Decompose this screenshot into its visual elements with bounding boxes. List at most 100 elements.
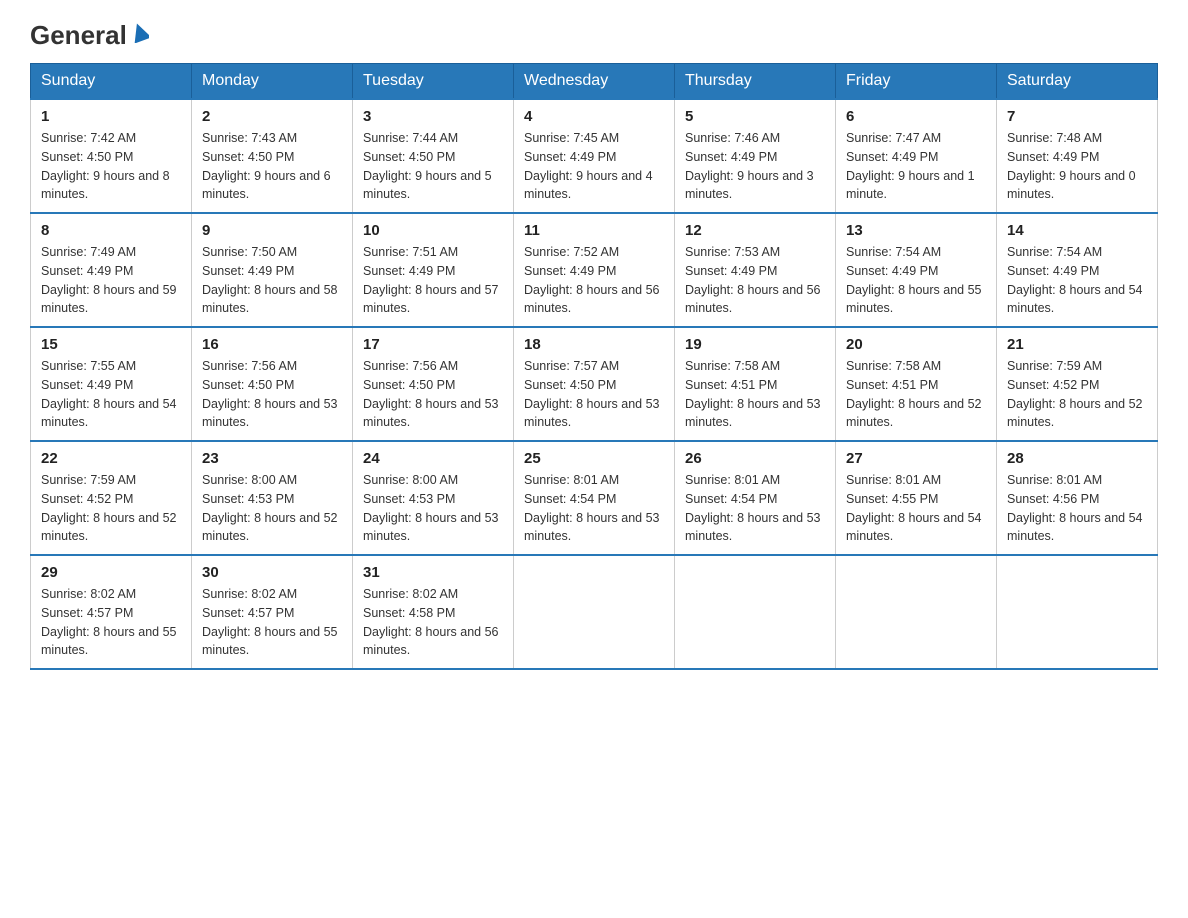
day-number: 28	[1007, 450, 1147, 467]
day-info: Sunrise: 7:58 AM Sunset: 4:51 PM Dayligh…	[685, 357, 825, 432]
weekday-header-row: Sunday Monday Tuesday Wednesday Thursday…	[31, 64, 1158, 100]
calendar-cell: 19 Sunrise: 7:58 AM Sunset: 4:51 PM Dayl…	[675, 327, 836, 441]
day-number: 18	[524, 336, 664, 353]
calendar-cell: 27 Sunrise: 8:01 AM Sunset: 4:55 PM Dayl…	[836, 441, 997, 555]
col-header-friday: Friday	[836, 64, 997, 100]
calendar-cell: 3 Sunrise: 7:44 AM Sunset: 4:50 PM Dayli…	[353, 99, 514, 213]
col-header-saturday: Saturday	[997, 64, 1158, 100]
calendar-cell: 8 Sunrise: 7:49 AM Sunset: 4:49 PM Dayli…	[31, 213, 192, 327]
logo-area: General	[30, 20, 149, 45]
day-number: 1	[41, 108, 181, 125]
day-info: Sunrise: 7:45 AM Sunset: 4:49 PM Dayligh…	[524, 129, 664, 204]
calendar-cell: 2 Sunrise: 7:43 AM Sunset: 4:50 PM Dayli…	[192, 99, 353, 213]
col-header-wednesday: Wednesday	[514, 64, 675, 100]
calendar-cell: 5 Sunrise: 7:46 AM Sunset: 4:49 PM Dayli…	[675, 99, 836, 213]
calendar-cell: 11 Sunrise: 7:52 AM Sunset: 4:49 PM Dayl…	[514, 213, 675, 327]
calendar-cell: 18 Sunrise: 7:57 AM Sunset: 4:50 PM Dayl…	[514, 327, 675, 441]
col-header-tuesday: Tuesday	[353, 64, 514, 100]
week-row-5: 29 Sunrise: 8:02 AM Sunset: 4:57 PM Dayl…	[31, 555, 1158, 669]
week-row-2: 8 Sunrise: 7:49 AM Sunset: 4:49 PM Dayli…	[31, 213, 1158, 327]
day-number: 17	[363, 336, 503, 353]
day-info: Sunrise: 7:48 AM Sunset: 4:49 PM Dayligh…	[1007, 129, 1147, 204]
day-info: Sunrise: 7:52 AM Sunset: 4:49 PM Dayligh…	[524, 243, 664, 318]
day-info: Sunrise: 7:47 AM Sunset: 4:49 PM Dayligh…	[846, 129, 986, 204]
day-info: Sunrise: 7:59 AM Sunset: 4:52 PM Dayligh…	[41, 471, 181, 546]
calendar-cell	[997, 555, 1158, 669]
day-number: 9	[202, 222, 342, 239]
logo-general-text: General	[30, 20, 127, 51]
day-info: Sunrise: 7:43 AM Sunset: 4:50 PM Dayligh…	[202, 129, 342, 204]
logo-triangle-icon	[131, 23, 149, 48]
calendar-cell: 12 Sunrise: 7:53 AM Sunset: 4:49 PM Dayl…	[675, 213, 836, 327]
day-number: 10	[363, 222, 503, 239]
calendar-cell: 30 Sunrise: 8:02 AM Sunset: 4:57 PM Dayl…	[192, 555, 353, 669]
day-number: 20	[846, 336, 986, 353]
col-header-thursday: Thursday	[675, 64, 836, 100]
day-number: 16	[202, 336, 342, 353]
day-info: Sunrise: 7:53 AM Sunset: 4:49 PM Dayligh…	[685, 243, 825, 318]
day-info: Sunrise: 8:00 AM Sunset: 4:53 PM Dayligh…	[202, 471, 342, 546]
day-number: 21	[1007, 336, 1147, 353]
day-info: Sunrise: 8:01 AM Sunset: 4:54 PM Dayligh…	[524, 471, 664, 546]
day-number: 31	[363, 564, 503, 581]
day-info: Sunrise: 7:56 AM Sunset: 4:50 PM Dayligh…	[363, 357, 503, 432]
calendar-cell: 24 Sunrise: 8:00 AM Sunset: 4:53 PM Dayl…	[353, 441, 514, 555]
calendar-cell: 28 Sunrise: 8:01 AM Sunset: 4:56 PM Dayl…	[997, 441, 1158, 555]
day-info: Sunrise: 7:46 AM Sunset: 4:49 PM Dayligh…	[685, 129, 825, 204]
week-row-4: 22 Sunrise: 7:59 AM Sunset: 4:52 PM Dayl…	[31, 441, 1158, 555]
calendar-cell: 22 Sunrise: 7:59 AM Sunset: 4:52 PM Dayl…	[31, 441, 192, 555]
day-info: Sunrise: 7:56 AM Sunset: 4:50 PM Dayligh…	[202, 357, 342, 432]
day-number: 5	[685, 108, 825, 125]
day-number: 29	[41, 564, 181, 581]
day-number: 13	[846, 222, 986, 239]
calendar-cell: 17 Sunrise: 7:56 AM Sunset: 4:50 PM Dayl…	[353, 327, 514, 441]
day-info: Sunrise: 8:00 AM Sunset: 4:53 PM Dayligh…	[363, 471, 503, 546]
day-info: Sunrise: 7:49 AM Sunset: 4:49 PM Dayligh…	[41, 243, 181, 318]
calendar-cell: 4 Sunrise: 7:45 AM Sunset: 4:49 PM Dayli…	[514, 99, 675, 213]
day-info: Sunrise: 8:01 AM Sunset: 4:54 PM Dayligh…	[685, 471, 825, 546]
day-info: Sunrise: 7:44 AM Sunset: 4:50 PM Dayligh…	[363, 129, 503, 204]
calendar-cell: 31 Sunrise: 8:02 AM Sunset: 4:58 PM Dayl…	[353, 555, 514, 669]
calendar-cell: 1 Sunrise: 7:42 AM Sunset: 4:50 PM Dayli…	[31, 99, 192, 213]
day-number: 22	[41, 450, 181, 467]
day-number: 3	[363, 108, 503, 125]
calendar-cell: 21 Sunrise: 7:59 AM Sunset: 4:52 PM Dayl…	[997, 327, 1158, 441]
day-info: Sunrise: 8:02 AM Sunset: 4:58 PM Dayligh…	[363, 585, 503, 660]
calendar-cell	[675, 555, 836, 669]
calendar-table: Sunday Monday Tuesday Wednesday Thursday…	[30, 63, 1158, 670]
day-info: Sunrise: 8:01 AM Sunset: 4:56 PM Dayligh…	[1007, 471, 1147, 546]
day-number: 4	[524, 108, 664, 125]
day-number: 2	[202, 108, 342, 125]
calendar-cell: 14 Sunrise: 7:54 AM Sunset: 4:49 PM Dayl…	[997, 213, 1158, 327]
day-info: Sunrise: 7:42 AM Sunset: 4:50 PM Dayligh…	[41, 129, 181, 204]
calendar-cell: 29 Sunrise: 8:02 AM Sunset: 4:57 PM Dayl…	[31, 555, 192, 669]
day-info: Sunrise: 7:50 AM Sunset: 4:49 PM Dayligh…	[202, 243, 342, 318]
day-number: 30	[202, 564, 342, 581]
calendar-cell: 13 Sunrise: 7:54 AM Sunset: 4:49 PM Dayl…	[836, 213, 997, 327]
day-number: 7	[1007, 108, 1147, 125]
day-info: Sunrise: 7:54 AM Sunset: 4:49 PM Dayligh…	[846, 243, 986, 318]
day-number: 25	[524, 450, 664, 467]
logo: General	[30, 20, 149, 51]
col-header-monday: Monday	[192, 64, 353, 100]
calendar-cell: 10 Sunrise: 7:51 AM Sunset: 4:49 PM Dayl…	[353, 213, 514, 327]
day-info: Sunrise: 7:54 AM Sunset: 4:49 PM Dayligh…	[1007, 243, 1147, 318]
calendar-cell: 20 Sunrise: 7:58 AM Sunset: 4:51 PM Dayl…	[836, 327, 997, 441]
calendar-cell: 15 Sunrise: 7:55 AM Sunset: 4:49 PM Dayl…	[31, 327, 192, 441]
calendar-cell: 16 Sunrise: 7:56 AM Sunset: 4:50 PM Dayl…	[192, 327, 353, 441]
day-number: 6	[846, 108, 986, 125]
day-info: Sunrise: 8:02 AM Sunset: 4:57 PM Dayligh…	[202, 585, 342, 660]
week-row-1: 1 Sunrise: 7:42 AM Sunset: 4:50 PM Dayli…	[31, 99, 1158, 213]
week-row-3: 15 Sunrise: 7:55 AM Sunset: 4:49 PM Dayl…	[31, 327, 1158, 441]
calendar-cell	[514, 555, 675, 669]
day-number: 24	[363, 450, 503, 467]
day-number: 12	[685, 222, 825, 239]
day-info: Sunrise: 7:59 AM Sunset: 4:52 PM Dayligh…	[1007, 357, 1147, 432]
day-number: 11	[524, 222, 664, 239]
day-number: 14	[1007, 222, 1147, 239]
day-info: Sunrise: 7:55 AM Sunset: 4:49 PM Dayligh…	[41, 357, 181, 432]
calendar-cell: 25 Sunrise: 8:01 AM Sunset: 4:54 PM Dayl…	[514, 441, 675, 555]
day-info: Sunrise: 7:57 AM Sunset: 4:50 PM Dayligh…	[524, 357, 664, 432]
day-info: Sunrise: 8:01 AM Sunset: 4:55 PM Dayligh…	[846, 471, 986, 546]
calendar-cell: 7 Sunrise: 7:48 AM Sunset: 4:49 PM Dayli…	[997, 99, 1158, 213]
